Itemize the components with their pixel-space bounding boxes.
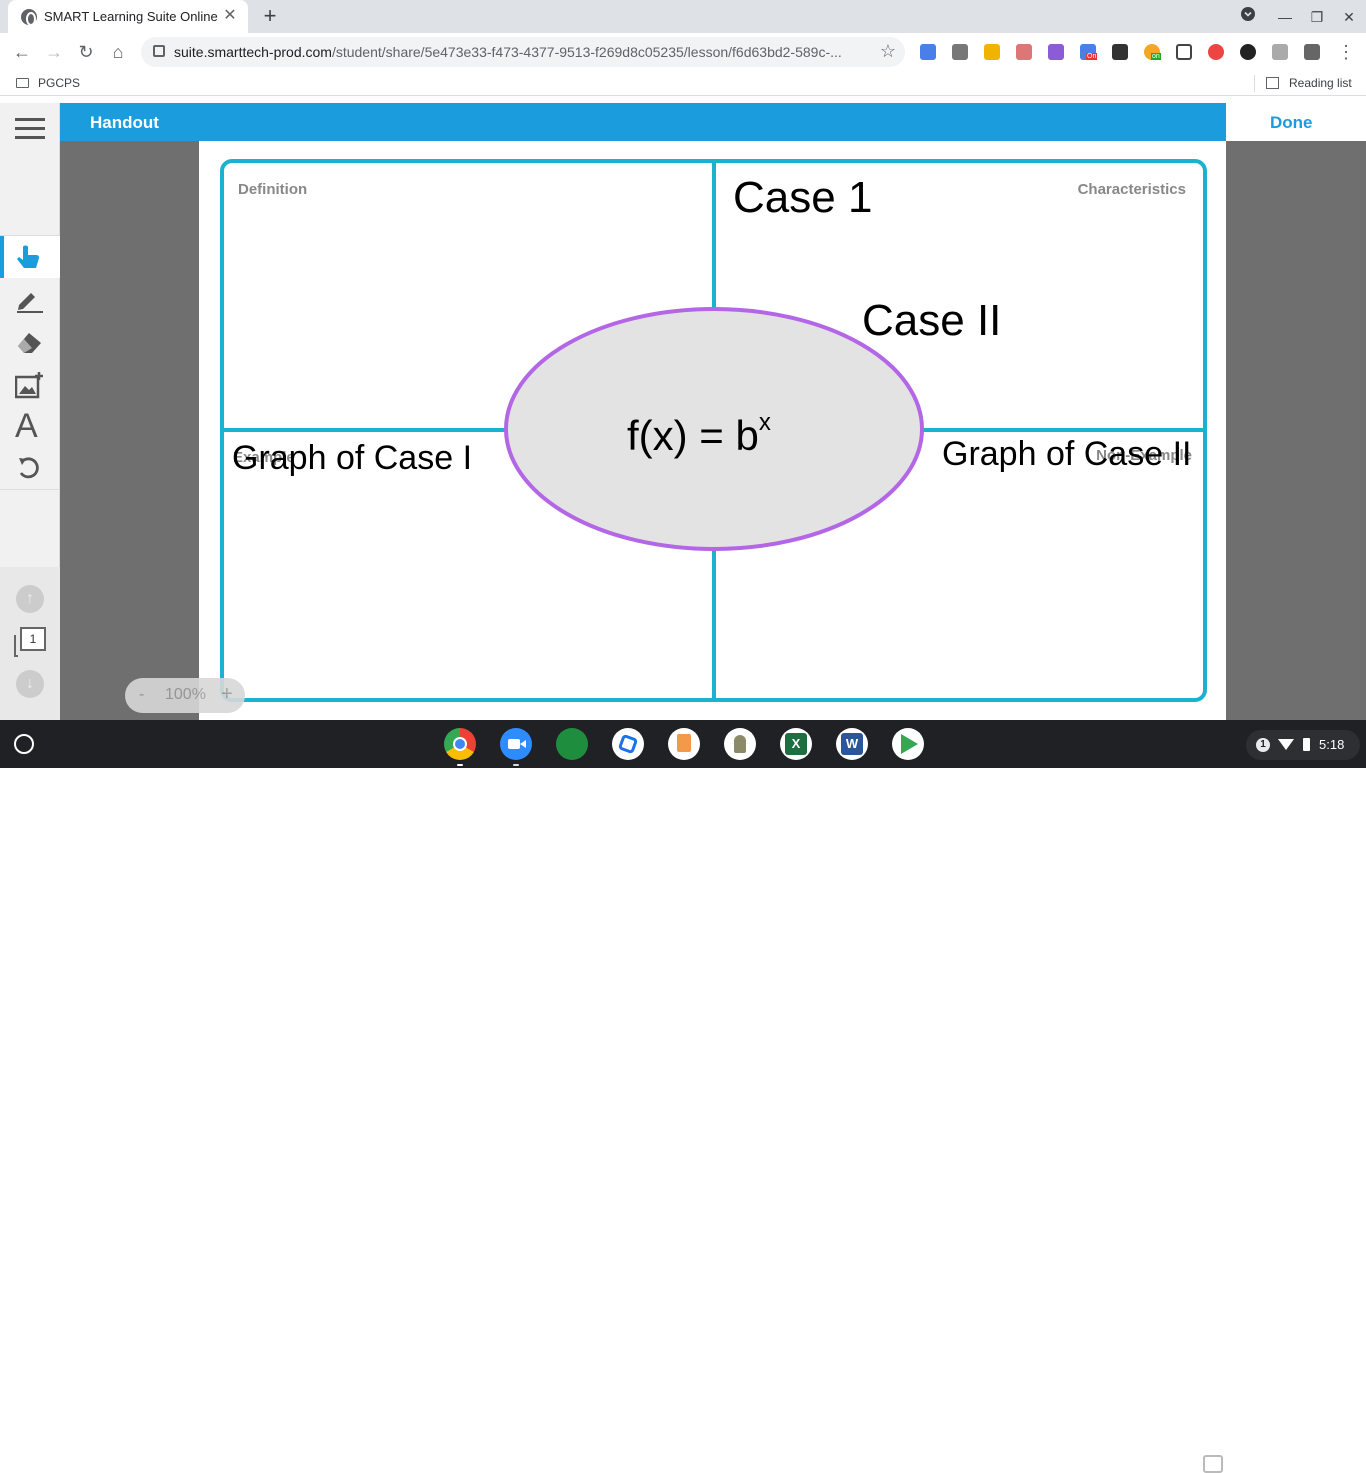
extension-on-badge-green: on	[1151, 53, 1161, 60]
right-margin	[1226, 141, 1366, 720]
app-header: Handout	[60, 103, 1226, 141]
extension-4-icon[interactable]	[1016, 44, 1032, 60]
page-number: 1	[20, 627, 46, 651]
rw-extension-icon[interactable]	[1048, 44, 1064, 60]
chrome-menu-icon[interactable]: ⋮	[1334, 40, 1358, 64]
site-info-icon[interactable]	[153, 45, 165, 57]
page-title: Handout	[90, 113, 159, 132]
reload-icon[interactable]: ↻	[74, 40, 98, 64]
zoom-in-button[interactable]: +	[221, 683, 233, 706]
function-base: f(x) = b	[627, 412, 759, 459]
shield-extension-icon[interactable]	[1176, 44, 1192, 60]
folder-icon	[16, 78, 29, 88]
tab-search-icon[interactable]	[1237, 6, 1259, 28]
home-icon[interactable]: ⌂	[106, 40, 130, 64]
page-stack-icon	[14, 635, 18, 657]
browser-tab-strip: SMART Learning Suite Online ✕ + — ❐ ✕	[0, 0, 1366, 33]
forward-icon[interactable]: →	[42, 40, 66, 64]
bookmark-pgcps[interactable]: PGCPS	[38, 76, 80, 90]
excel-icon[interactable]: X	[780, 728, 812, 760]
qr-code-extension-icon[interactable]	[1112, 44, 1128, 60]
zoom-control: - 100% +	[125, 678, 245, 713]
pen-icon[interactable]	[0, 278, 60, 320]
bookmark-star-icon[interactable]: ☆	[880, 41, 896, 62]
window-close-icon[interactable]: ✕	[1338, 6, 1360, 28]
classroom-icon[interactable]	[556, 728, 588, 760]
handout-page: Definition Characteristics Example Non-E…	[199, 141, 1226, 720]
left-toolbar: A ↑ 1 ↓	[0, 103, 60, 720]
graph-case2-text[interactable]: Graph of Case II	[942, 435, 1191, 474]
classroom-extension-icon[interactable]	[984, 44, 1000, 60]
extension-on-badge: On	[1086, 53, 1098, 60]
battery-icon	[1303, 738, 1310, 751]
os-shelf: X W	[0, 720, 1366, 1473]
browser-tab[interactable]: SMART Learning Suite Online ✕	[8, 0, 248, 33]
wifi-icon	[1278, 739, 1294, 750]
play-store-icon[interactable]	[892, 728, 924, 760]
site-favicon-icon	[21, 9, 37, 26]
browser-toolbar: ← → ↻ ⌂ suite.smarttech-prod.com/student…	[0, 33, 1366, 71]
definition-label: Definition	[238, 181, 308, 198]
toolbar-divider-2	[0, 489, 60, 490]
clock: 5:18	[1319, 737, 1345, 752]
characteristics-label: Characteristics	[1077, 181, 1186, 198]
zoom-level: 100%	[165, 686, 206, 703]
zoom-out-button[interactable]: -	[139, 686, 144, 704]
next-page-icon[interactable]: ↓	[16, 670, 44, 698]
word-icon[interactable]: W	[836, 728, 868, 760]
text-icon[interactable]: A	[0, 404, 60, 446]
page-thumbnails-button[interactable]: 1	[14, 627, 48, 657]
easybib-icon[interactable]	[668, 728, 700, 760]
done-button[interactable]: Done	[1270, 113, 1313, 133]
extension-2-icon[interactable]	[952, 44, 968, 60]
case1-text[interactable]: Case 1	[733, 173, 872, 223]
tab-close-icon[interactable]: ✕	[220, 6, 240, 26]
reading-icon[interactable]	[724, 728, 756, 760]
bookmarks-bar: PGCPS Reading list	[0, 71, 1366, 96]
notification-count: 1	[1256, 738, 1270, 752]
extension-11-icon[interactable]	[1240, 44, 1256, 60]
cast-icon[interactable]	[1272, 44, 1288, 60]
dictionary-extension-icon[interactable]: On	[1080, 44, 1098, 60]
status-tray[interactable]: 1 5:18	[1246, 730, 1360, 760]
select-hand-icon[interactable]	[0, 236, 60, 278]
address-bar[interactable]: suite.smarttech-prod.com/student/share/5…	[141, 37, 905, 67]
reading-list-button[interactable]: Reading list	[1289, 76, 1352, 90]
bookmark-separator	[1254, 75, 1255, 92]
launcher-icon[interactable]	[14, 734, 34, 754]
case2-text[interactable]: Case II	[862, 296, 1001, 346]
extension-8-icon[interactable]: on	[1144, 44, 1161, 60]
add-image-icon[interactable]	[0, 362, 60, 404]
chrome-icon[interactable]	[444, 728, 476, 766]
tab-title: SMART Learning Suite Online	[44, 9, 218, 24]
previous-page-icon[interactable]: ↑	[16, 585, 44, 613]
back-icon[interactable]: ←	[10, 40, 34, 64]
screencast-icon[interactable]	[612, 728, 644, 760]
graph-case1-text[interactable]: Graph of Case I	[232, 439, 472, 478]
extension-10-icon[interactable]	[1208, 44, 1224, 60]
zoom-icon[interactable]	[500, 728, 532, 766]
restore-icon[interactable]: ❐	[1306, 6, 1328, 28]
done-area: Done	[1226, 103, 1366, 141]
reading-list-icon[interactable]	[1266, 77, 1279, 89]
menu-icon[interactable]	[0, 103, 60, 145]
undo-icon[interactable]	[0, 446, 60, 488]
eraser-icon[interactable]	[0, 320, 60, 362]
new-tab-button[interactable]: +	[258, 5, 282, 29]
holding-space-icon[interactable]	[1203, 1455, 1223, 1473]
minimize-icon[interactable]: —	[1274, 6, 1296, 28]
extensions-puzzle-icon[interactable]	[1304, 44, 1320, 60]
function-exponent: x	[758, 409, 771, 436]
url-text: suite.smarttech-prod.com/student/share/5…	[174, 44, 842, 60]
translate-extension-icon[interactable]	[920, 44, 936, 60]
center-function: f(x) = bx	[627, 409, 771, 460]
